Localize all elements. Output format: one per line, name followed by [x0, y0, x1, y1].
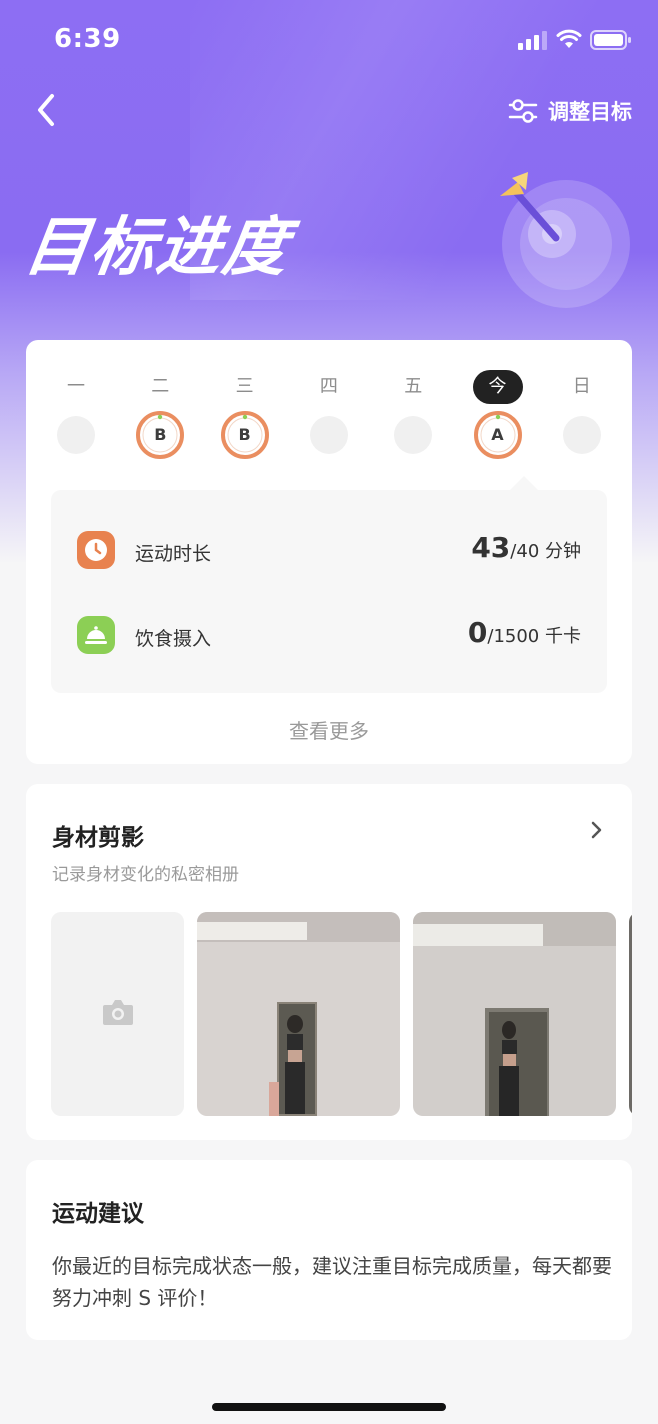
weekday-label: 五 [404, 376, 423, 397]
weekday-1[interactable]: 一 [51, 370, 101, 454]
today-pointer [510, 476, 538, 490]
add-photo-button[interactable] [51, 912, 184, 1116]
stat-value: 0/1500 千卡 [467, 616, 581, 649]
adjust-goal-button[interactable]: 调整目标 [508, 94, 632, 128]
album-subtitle: 记录身材变化的私密相册 [52, 865, 239, 885]
empty-day-dot [394, 416, 433, 454]
empty-day-dot [562, 416, 601, 454]
grade-ring: A [473, 410, 523, 460]
body-album-card[interactable]: 身材剪影 记录身材变化的私密相册 [26, 784, 632, 1140]
status-time: 6:39 [54, 24, 121, 54]
dish-icon [77, 616, 115, 654]
grade-ring: B [220, 410, 270, 460]
battery-icon [590, 30, 631, 50]
weekday-7[interactable]: 日 [557, 370, 607, 454]
grade-ring: B [135, 410, 185, 460]
adjust-goal-label: 调整目标 [548, 100, 632, 124]
photo-strip [51, 912, 632, 1116]
wifi-icon [556, 29, 582, 48]
weekday-label: 二 [151, 376, 170, 397]
weekday-6[interactable]: 今A [472, 370, 523, 460]
exercise-advice-card: 运动建议 你最近的目标完成状态一般，建议注重目标完成质量，每天都要努力冲刺 S … [26, 1160, 632, 1340]
daily-stats-panel: 运动时长 43/40 分钟 饮食摄入 0/1500 千卡 [51, 476, 607, 693]
weekly-progress-card: 一二B三B四五今A日 运动时长 43/40 分钟 饮食摄入 0/1500 千卡 … [26, 340, 632, 764]
today-label: 今 [472, 370, 523, 404]
grade-letter: A [491, 425, 504, 444]
stat-row-diet[interactable]: 饮食摄入 0/1500 千卡 [77, 616, 583, 656]
page-title: 目标进度 [19, 211, 295, 285]
clock-icon [77, 531, 115, 569]
advice-text: 你最近的目标完成状态一般，建议注重目标完成质量，每天都要努力冲刺 S 评价！ [52, 1254, 612, 1310]
status-bar: 6:39 [0, 0, 658, 80]
weekday-label: 三 [235, 376, 254, 397]
body-photo[interactable] [197, 912, 400, 1116]
weekday-3[interactable]: 三B [220, 370, 270, 460]
empty-day-dot [57, 416, 95, 454]
weekday-4[interactable]: 四 [304, 370, 354, 454]
weekday-label: 一 [67, 376, 85, 397]
empty-day-dot [309, 416, 348, 454]
weekday-label: 四 [319, 376, 338, 397]
stat-value: 43/40 分钟 [471, 531, 581, 564]
stat-name: 运动时长 [135, 543, 212, 565]
target-illustration [500, 172, 630, 308]
camera-icon [103, 1000, 133, 1025]
weekday-2[interactable]: 二B [135, 370, 185, 460]
weekday-label: 日 [572, 376, 591, 397]
advice-title: 运动建议 [52, 1201, 144, 1227]
stat-name: 饮食摄入 [135, 628, 212, 650]
sliders-icon [508, 99, 538, 123]
chevron-right-icon[interactable] [590, 820, 604, 840]
grade-letter: B [154, 425, 167, 444]
view-more-link[interactable]: 查看更多 [26, 715, 632, 744]
weekday-5[interactable]: 五 [388, 370, 438, 454]
signal-icon [518, 31, 547, 50]
album-title: 身材剪影 [52, 825, 144, 851]
home-indicator[interactable] [212, 1403, 446, 1411]
body-photo[interactable] [413, 912, 616, 1116]
body-photo-partial[interactable] [629, 912, 632, 1116]
stat-row-exercise[interactable]: 运动时长 43/40 分钟 [77, 531, 583, 571]
grade-letter: B [238, 425, 251, 444]
back-icon[interactable] [30, 92, 66, 128]
